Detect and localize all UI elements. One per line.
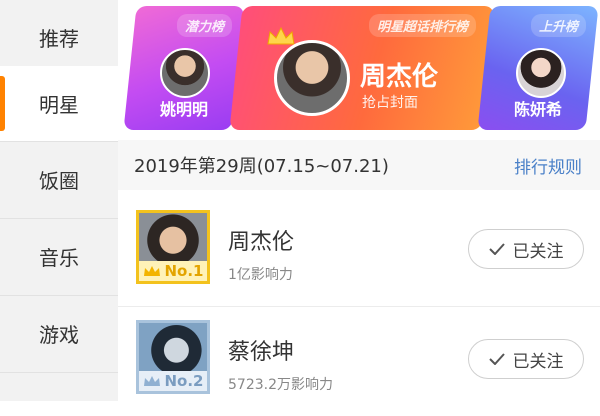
ranking-row[interactable]: No.2 蔡徐坤 5723.2万影响力 已关注 — [118, 308, 600, 416]
rank-badge: No.1 — [139, 261, 207, 281]
card-subtitle: 抢占封面 — [362, 95, 418, 111]
card-tag: 明星超话排行榜 — [368, 14, 476, 37]
avatar — [274, 40, 350, 116]
check-icon — [488, 353, 505, 365]
potential-list-card[interactable]: 潜力榜 姚明明 — [123, 6, 245, 130]
week-header: 2019年第29周(07.15~07.21) 排行规则 — [118, 140, 600, 190]
week-label: 2019年第29周(07.15~07.21) — [134, 156, 389, 177]
divider — [118, 306, 600, 307]
crown-icon — [143, 266, 160, 276]
ranking-row[interactable]: No.1 周杰伦 1亿影响力 已关注 — [118, 198, 600, 306]
sidebar-item-stars[interactable]: 明星 — [0, 66, 118, 141]
sidebar-item-games[interactable]: 游戏 — [0, 296, 118, 371]
ranking-banner: 潜力榜 姚明明 明星超话排行榜 周杰伦 抢占封面 上升榜 陈妍希 — [118, 0, 600, 140]
influence-value: 1亿影响力 — [228, 267, 293, 283]
crown-icon — [267, 26, 295, 45]
sidebar-item-label: 音乐 — [39, 246, 79, 270]
card-name: 周杰伦 — [360, 62, 439, 92]
rank-badge: No.2 — [139, 371, 207, 391]
rank-number: No.2 — [164, 372, 204, 390]
sidebar-item-label: 游戏 — [39, 323, 79, 347]
check-icon — [488, 243, 505, 255]
star-topic-ranking-card[interactable]: 明星超话排行榜 周杰伦 抢占封面 — [229, 6, 495, 130]
sidebar-item-label: 推荐 — [39, 27, 79, 51]
avatar — [516, 48, 566, 98]
card-name: 姚明明 — [159, 100, 208, 119]
card-name: 陈妍希 — [513, 100, 562, 119]
crown-icon — [143, 376, 160, 386]
star-name: 蔡徐坤 — [228, 340, 295, 365]
ranking-rules-link[interactable]: 排行规则 — [514, 153, 582, 178]
card-tag: 上升榜 — [530, 14, 586, 37]
sidebar-item-label: 饭圈 — [39, 169, 79, 193]
sidebar-item-music[interactable]: 音乐 — [0, 219, 118, 294]
rising-list-card[interactable]: 上升榜 陈妍希 — [477, 6, 599, 130]
follow-label: 已关注 — [512, 351, 564, 372]
follow-button[interactable]: 已关注 — [468, 229, 584, 269]
star-thumbnail: No.2 — [136, 320, 210, 394]
category-sidebar: 推荐 明星 饭圈 音乐 游戏 — [0, 0, 118, 401]
sidebar-item-fandom[interactable]: 饭圈 — [0, 142, 118, 217]
influence-value: 5723.2万影响力 — [228, 377, 333, 393]
avatar — [160, 48, 210, 98]
main-content: 潜力榜 姚明明 明星超话排行榜 周杰伦 抢占封面 上升榜 陈妍希 2019年第2… — [118, 0, 600, 416]
star-name: 周杰伦 — [228, 230, 295, 255]
divider — [0, 372, 118, 373]
follow-label: 已关注 — [512, 241, 564, 262]
card-tag: 潜力榜 — [176, 14, 232, 37]
rank-number: No.1 — [164, 262, 204, 280]
star-thumbnail: No.1 — [136, 210, 210, 284]
sidebar-item-label: 明星 — [39, 93, 79, 117]
sidebar-item-recommend[interactable]: 推荐 — [0, 0, 118, 75]
follow-button[interactable]: 已关注 — [468, 339, 584, 379]
